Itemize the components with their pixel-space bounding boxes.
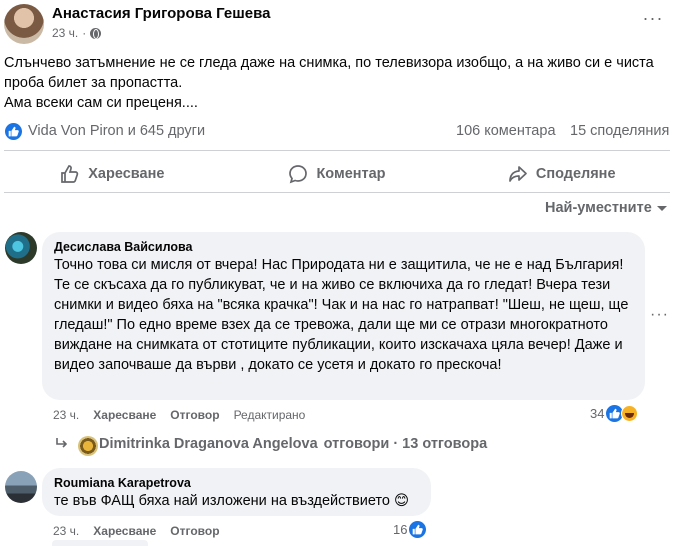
post-text: Слънчево затъмнение не се гледа даже на … (4, 53, 670, 113)
next-comment-edge (52, 540, 148, 546)
comment-author[interactable]: Roumiana Karapetrova (54, 475, 419, 491)
reaction-count: 16 (393, 522, 408, 537)
reply-arrow-icon (56, 438, 68, 448)
sort-label: Най-уместните (545, 200, 652, 216)
comment-time[interactable]: 23 ч. (53, 524, 79, 538)
reaction-count: 34 (590, 406, 605, 421)
comment-bubble: Roumiana Karapetrova те във ФАЩ бяха най… (42, 468, 431, 516)
comment-reply-button[interactable]: Отговор (170, 524, 219, 538)
comment-button[interactable]: Коментар (225, 156, 450, 192)
share-button[interactable]: Споделяне (449, 156, 674, 192)
comment-button-label: Коментар (316, 166, 386, 182)
replies-label: отговори · 13 отговора (323, 436, 488, 452)
post-text-line: Слънчево затъмнение не се гледа даже на … (4, 55, 654, 91)
comments-count[interactable]: 106 коментара (456, 123, 556, 139)
commenter-avatar[interactable] (5, 232, 37, 264)
share-icon (508, 166, 527, 182)
share-button-label: Споделяне (535, 166, 616, 182)
comment-like-button[interactable]: Харесване (93, 524, 156, 538)
post-meta: 23 ч. · (52, 26, 102, 40)
comment-icon (289, 165, 308, 184)
comment-sort-dropdown[interactable]: Най-уместните (545, 200, 668, 216)
like-reaction-icon (409, 521, 427, 538)
globe-icon (90, 27, 102, 39)
comment-like-button[interactable]: Харесване (93, 408, 156, 422)
like-reaction-icon[interactable] (5, 123, 22, 140)
comment-actions: 23 ч. Харесване Отговор Редактирано (53, 408, 305, 422)
comment-reactions[interactable]: 16 (393, 521, 427, 538)
comment-actions: 23 ч. Харесване Отговор (53, 524, 220, 538)
comment-text: Точно това си мисля от вчера! Нас Природ… (54, 257, 629, 373)
shares-count[interactable]: 15 споделяния (570, 123, 669, 139)
chevron-down-icon (656, 206, 667, 211)
divider (4, 150, 670, 151)
like-button[interactable]: Харесване (0, 156, 225, 192)
view-replies-link[interactable]: Dimitrinka Draganova Angelova отговори ·… (55, 436, 487, 452)
post-header: Анастасия Григорова Гешева 23 ч. · ··· (0, 0, 674, 48)
comment-text: те във ФАЩ бяха най изложени на въздейст… (54, 493, 410, 509)
edited-label[interactable]: Редактирано (234, 408, 306, 422)
comment-reactions[interactable]: 34 (590, 405, 639, 422)
reply-author: Dimitrinka Draganova Angelova (99, 436, 318, 452)
reply-author-avatar (78, 436, 98, 456)
comment-author[interactable]: Десислава Вайсилова (54, 239, 633, 255)
author-avatar[interactable] (4, 4, 44, 44)
haha-reaction-icon (621, 405, 639, 422)
like-button-label: Харесване (88, 166, 165, 182)
reactors-link[interactable]: Vida Von Piron и 645 други (28, 123, 205, 139)
divider (4, 192, 670, 193)
comment-bubble: Десислава Вайсилова Точно това си мисля … (42, 232, 645, 400)
comment-more-button[interactable]: ··· (650, 306, 669, 324)
post-actions: Харесване Коментар Споделяне (0, 156, 674, 192)
commenter-avatar[interactable] (5, 471, 37, 503)
post-author[interactable]: Анастасия Григорова Гешева (52, 5, 270, 22)
thumbs-up-icon (61, 165, 79, 183)
comment-time[interactable]: 23 ч. (53, 408, 79, 422)
post-stats: Vida Von Piron и 645 други 106 коментара… (0, 122, 674, 142)
comment-reply-button[interactable]: Отговор (170, 408, 219, 422)
more-options-button[interactable]: ··· (636, 8, 670, 38)
post-time[interactable]: 23 ч. (52, 26, 78, 40)
post-text-line: Ама всеки сам си преценя.... (4, 95, 198, 111)
